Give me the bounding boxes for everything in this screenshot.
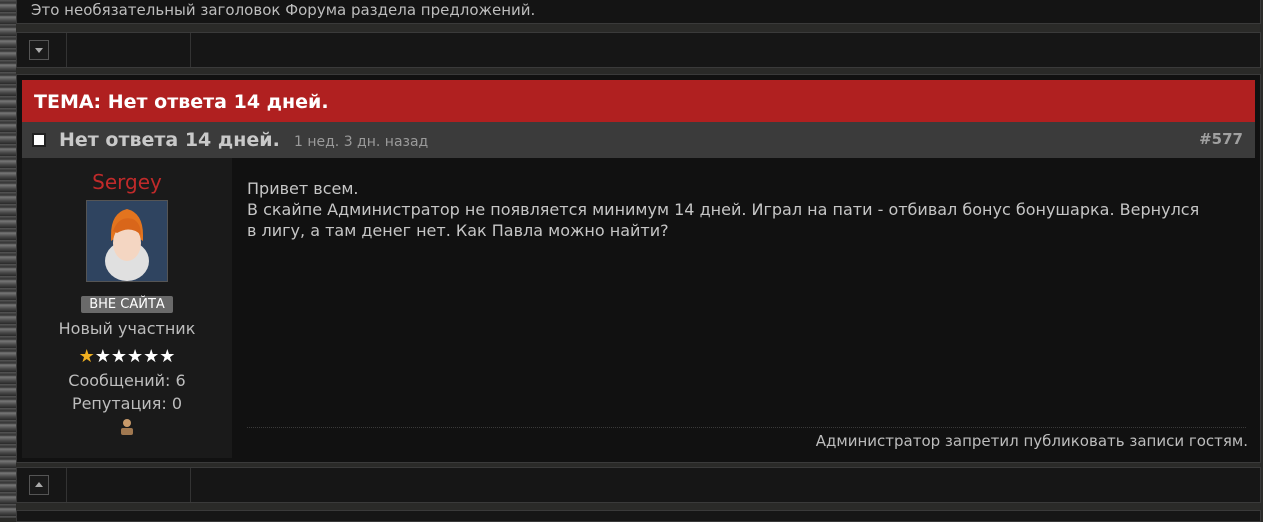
scroll-up-button[interactable]	[29, 475, 49, 495]
post-line: В скайпе Администратор не появляется мин…	[247, 200, 1200, 219]
post-line: Привет всем.	[247, 179, 359, 198]
star-icon: ★	[127, 346, 144, 367]
star-icon: ★	[159, 346, 176, 367]
post-body: Привет всем. В скайпе Администратор не п…	[247, 178, 1250, 241]
nav-cell	[67, 33, 191, 67]
star-icon: ★	[110, 346, 127, 367]
post-line: в лигу, а там денег нет. Как Павла можно…	[247, 221, 669, 240]
forum-subtitle-bar: Это необязательный заголовок Форума разд…	[16, 0, 1261, 24]
avatar[interactable]	[86, 200, 168, 282]
star-icon: ★	[78, 346, 95, 367]
star-icon: ★	[94, 346, 111, 367]
background-texture	[0, 0, 16, 518]
rank-stars: ★★★★★★	[22, 346, 232, 367]
post-header: Нет ответа 14 дней. 1 нед. 3 дн. назад #…	[22, 122, 1255, 158]
post-container: ТЕМА: Нет ответа 14 дней. Нет ответа 14 …	[16, 74, 1261, 463]
author-username[interactable]: Sergey	[22, 170, 232, 194]
forum-subtitle: Это необязательный заголовок Форума разд…	[31, 1, 536, 19]
post-icon	[32, 133, 46, 147]
person-icon[interactable]	[120, 417, 134, 435]
topic-header: ТЕМА: Нет ответа 14 дней.	[22, 80, 1255, 122]
reply-restriction-notice: Администратор запретил публиковать запис…	[815, 432, 1248, 450]
author-reputation: Репутация: 0	[71, 394, 183, 413]
avatar-image	[87, 201, 167, 281]
next-section-edge	[16, 510, 1261, 522]
top-nav-bar	[16, 32, 1261, 68]
chevron-down-icon	[35, 48, 43, 53]
divider	[247, 427, 1246, 428]
nav-cell	[67, 468, 191, 502]
post-title[interactable]: Нет ответа 14 дней.	[59, 129, 280, 151]
status-badge: ВНЕ САЙТА	[81, 296, 173, 313]
bottom-nav-bar	[16, 467, 1261, 503]
topic-title: ТЕМА: Нет ответа 14 дней.	[34, 91, 329, 113]
nav-cell	[17, 468, 67, 502]
post-number-link[interactable]: #577	[1199, 130, 1243, 148]
author-post-count: Сообщений: 6	[68, 371, 186, 390]
author-profile: Sergey ВНЕ САЙТА Новый участник ★★★★★★ С…	[22, 158, 232, 458]
nav-cell	[17, 33, 67, 67]
author-rank: Новый участник	[58, 319, 196, 338]
scroll-down-button[interactable]	[29, 40, 49, 60]
chevron-up-icon	[35, 482, 43, 487]
post-time: 1 нед. 3 дн. назад	[294, 134, 429, 150]
star-icon: ★	[143, 346, 160, 367]
